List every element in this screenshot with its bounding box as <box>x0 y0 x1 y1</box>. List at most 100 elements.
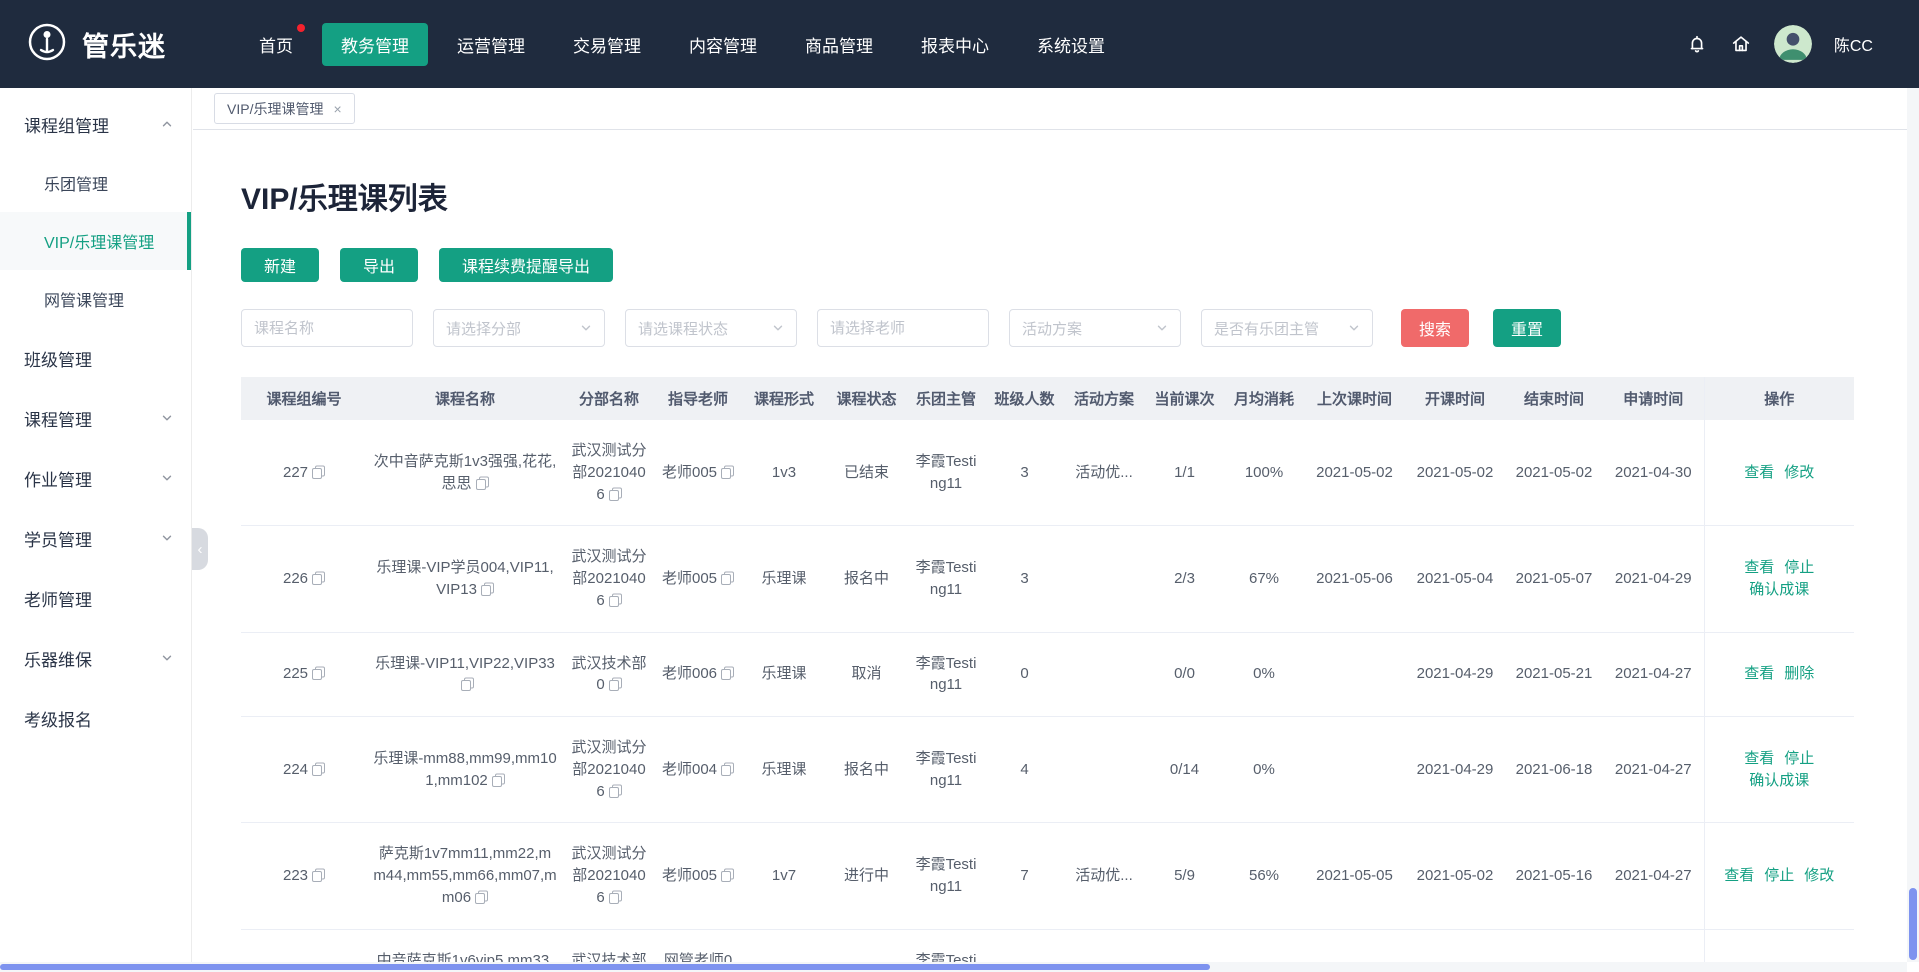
cell-branch: 武汉测试分部20210406 <box>563 823 655 929</box>
delete-link[interactable]: 删除 <box>1784 665 1814 682</box>
column-header: 活动方案 <box>1063 377 1145 420</box>
stop-link[interactable]: 停止 <box>1784 750 1814 767</box>
stop-link[interactable]: 停止 <box>1764 867 1794 884</box>
avatar[interactable] <box>1774 25 1812 63</box>
edit-link[interactable]: 修改 <box>1784 464 1814 481</box>
cell-count: 4 <box>986 717 1063 823</box>
nav-item-home[interactable]: 首页 <box>240 23 312 66</box>
cell-id: 224 <box>241 717 367 823</box>
nav-item-products[interactable]: 商品管理 <box>786 23 892 66</box>
copy-icon[interactable] <box>721 666 734 680</box>
filter-status-select[interactable]: 请选课程状态 <box>625 309 797 347</box>
cell-start: 2021-05-02 <box>1405 420 1505 526</box>
cell-text: 李霞Testing11 <box>916 453 977 492</box>
view-link[interactable]: 查看 <box>1744 464 1774 481</box>
nav-item-content[interactable]: 内容管理 <box>670 23 776 66</box>
copy-icon[interactable] <box>312 571 325 585</box>
horizontal-scrollbar-thumb[interactable] <box>0 964 1210 970</box>
copy-icon[interactable] <box>475 890 488 904</box>
copy-icon[interactable] <box>609 677 622 691</box>
nav-item-settings[interactable]: 系统设置 <box>1018 23 1124 66</box>
copy-icon[interactable] <box>609 890 622 904</box>
sidebar-item-course-group[interactable]: 课程组管理 <box>0 94 191 154</box>
copy-icon[interactable] <box>312 762 325 776</box>
copy-icon[interactable] <box>312 868 325 882</box>
cell-text: 报名中 <box>844 761 889 778</box>
reset-button[interactable]: 重置 <box>1493 309 1561 347</box>
sidebar-item-instrument[interactable]: 乐器维保 <box>0 628 191 688</box>
sidebar-item-course[interactable]: 课程管理 <box>0 388 191 448</box>
column-header: 课程形式 <box>741 377 827 420</box>
search-button[interactable]: 搜索 <box>1401 309 1469 347</box>
sidebar-item-teacher[interactable]: 老师管理 <box>0 568 191 628</box>
tab-vip-course[interactable]: VIP/乐理课管理 × <box>214 93 355 124</box>
nav-item-academic[interactable]: 教务管理 <box>322 23 428 66</box>
view-link[interactable]: 查看 <box>1724 867 1754 884</box>
filter-branch-select[interactable]: 请选择分部 <box>433 309 605 347</box>
nav-item-transactions[interactable]: 交易管理 <box>554 23 660 66</box>
sidebar-item-online-course[interactable]: 网管课管理 <box>0 270 191 328</box>
filter-bar: 请选择分部请选课程状态 活动方案是否有乐团主管 搜索 重置 <box>241 309 1871 347</box>
vertical-scrollbar[interactable] <box>1907 88 1919 962</box>
confirm-link[interactable]: 确认成课 <box>1749 581 1809 598</box>
course-table: 课程组编号课程名称分部名称指导老师课程形式课程状态乐团主管班级人数活动方案当前课… <box>241 377 1854 972</box>
copy-icon[interactable] <box>492 773 505 787</box>
view-link[interactable]: 查看 <box>1744 750 1774 767</box>
copy-icon[interactable] <box>609 784 622 798</box>
view-link[interactable]: 查看 <box>1744 665 1774 682</box>
cell-apply: 2021-04-30 <box>1603 420 1704 526</box>
cell-text: 2021-05-07 <box>1516 570 1593 587</box>
sidebar-item-vip-course[interactable]: VIP/乐理课管理 <box>0 212 191 270</box>
cell-monthly: 0% <box>1224 632 1304 717</box>
username[interactable]: 陈CC <box>1834 32 1873 56</box>
cell-text: 2/3 <box>1174 570 1195 587</box>
tab-close-icon[interactable]: × <box>333 102 341 116</box>
table-header-row: 课程组编号课程名称分部名称指导老师课程形式课程状态乐团主管班级人数活动方案当前课… <box>241 377 1854 420</box>
column-header: 课程名称 <box>367 377 563 420</box>
notification-bell-icon[interactable] <box>1686 33 1708 55</box>
stop-link[interactable]: 停止 <box>1784 559 1814 576</box>
copy-icon[interactable] <box>721 868 734 882</box>
cell-text: 2021-05-21 <box>1516 665 1593 682</box>
copy-icon[interactable] <box>609 593 622 607</box>
filter-plan-select[interactable]: 活动方案 <box>1009 309 1181 347</box>
confirm-link[interactable]: 确认成课 <box>1749 772 1809 789</box>
copy-icon[interactable] <box>312 465 325 479</box>
cell-text: 2021-05-02 <box>1417 464 1494 481</box>
cell-text: 已结束 <box>844 464 889 481</box>
cell-text: 2021-05-02 <box>1316 464 1393 481</box>
nav-item-operations[interactable]: 运营管理 <box>438 23 544 66</box>
home-icon[interactable] <box>1730 33 1752 55</box>
filter-course-name-input[interactable] <box>241 309 413 347</box>
cell-monthly: 67% <box>1224 526 1304 632</box>
cell-text: 0 <box>1020 665 1028 682</box>
copy-icon[interactable] <box>476 476 489 490</box>
notification-dot <box>297 24 305 32</box>
sidebar-item-orchestra[interactable]: 乐团管理 <box>0 154 191 212</box>
copy-icon[interactable] <box>721 465 734 479</box>
view-link[interactable]: 查看 <box>1744 559 1774 576</box>
copy-icon[interactable] <box>481 582 494 596</box>
sidebar-item-homework[interactable]: 作业管理 <box>0 448 191 508</box>
sidebar-collapse-handle[interactable]: ‹ <box>192 528 208 570</box>
export-button[interactable]: 导出 <box>340 248 418 282</box>
copy-icon[interactable] <box>721 571 734 585</box>
copy-icon[interactable] <box>609 487 622 501</box>
new-button[interactable]: 新建 <box>241 248 319 282</box>
filter-teacher-input[interactable] <box>817 309 989 347</box>
chevron-down-icon <box>161 532 173 544</box>
cell-status: 报名中 <box>827 526 906 632</box>
cell-text: 5/9 <box>1174 867 1195 884</box>
copy-icon[interactable] <box>721 762 734 776</box>
copy-icon[interactable] <box>461 677 474 691</box>
sidebar-item-class[interactable]: 班级管理 <box>0 328 191 388</box>
nav-item-reports[interactable]: 报表中心 <box>902 23 1008 66</box>
copy-icon[interactable] <box>312 666 325 680</box>
horizontal-scrollbar[interactable] <box>0 962 1907 972</box>
filter-manager-select[interactable]: 是否有乐团主管 <box>1201 309 1373 347</box>
sidebar-item-student[interactable]: 学员管理 <box>0 508 191 568</box>
edit-link[interactable]: 修改 <box>1804 867 1834 884</box>
sidebar-item-exam[interactable]: 考级报名 <box>0 688 191 748</box>
renewal-export-button[interactable]: 课程续费提醒导出 <box>439 248 613 282</box>
vertical-scrollbar-thumb[interactable] <box>1909 888 1917 960</box>
